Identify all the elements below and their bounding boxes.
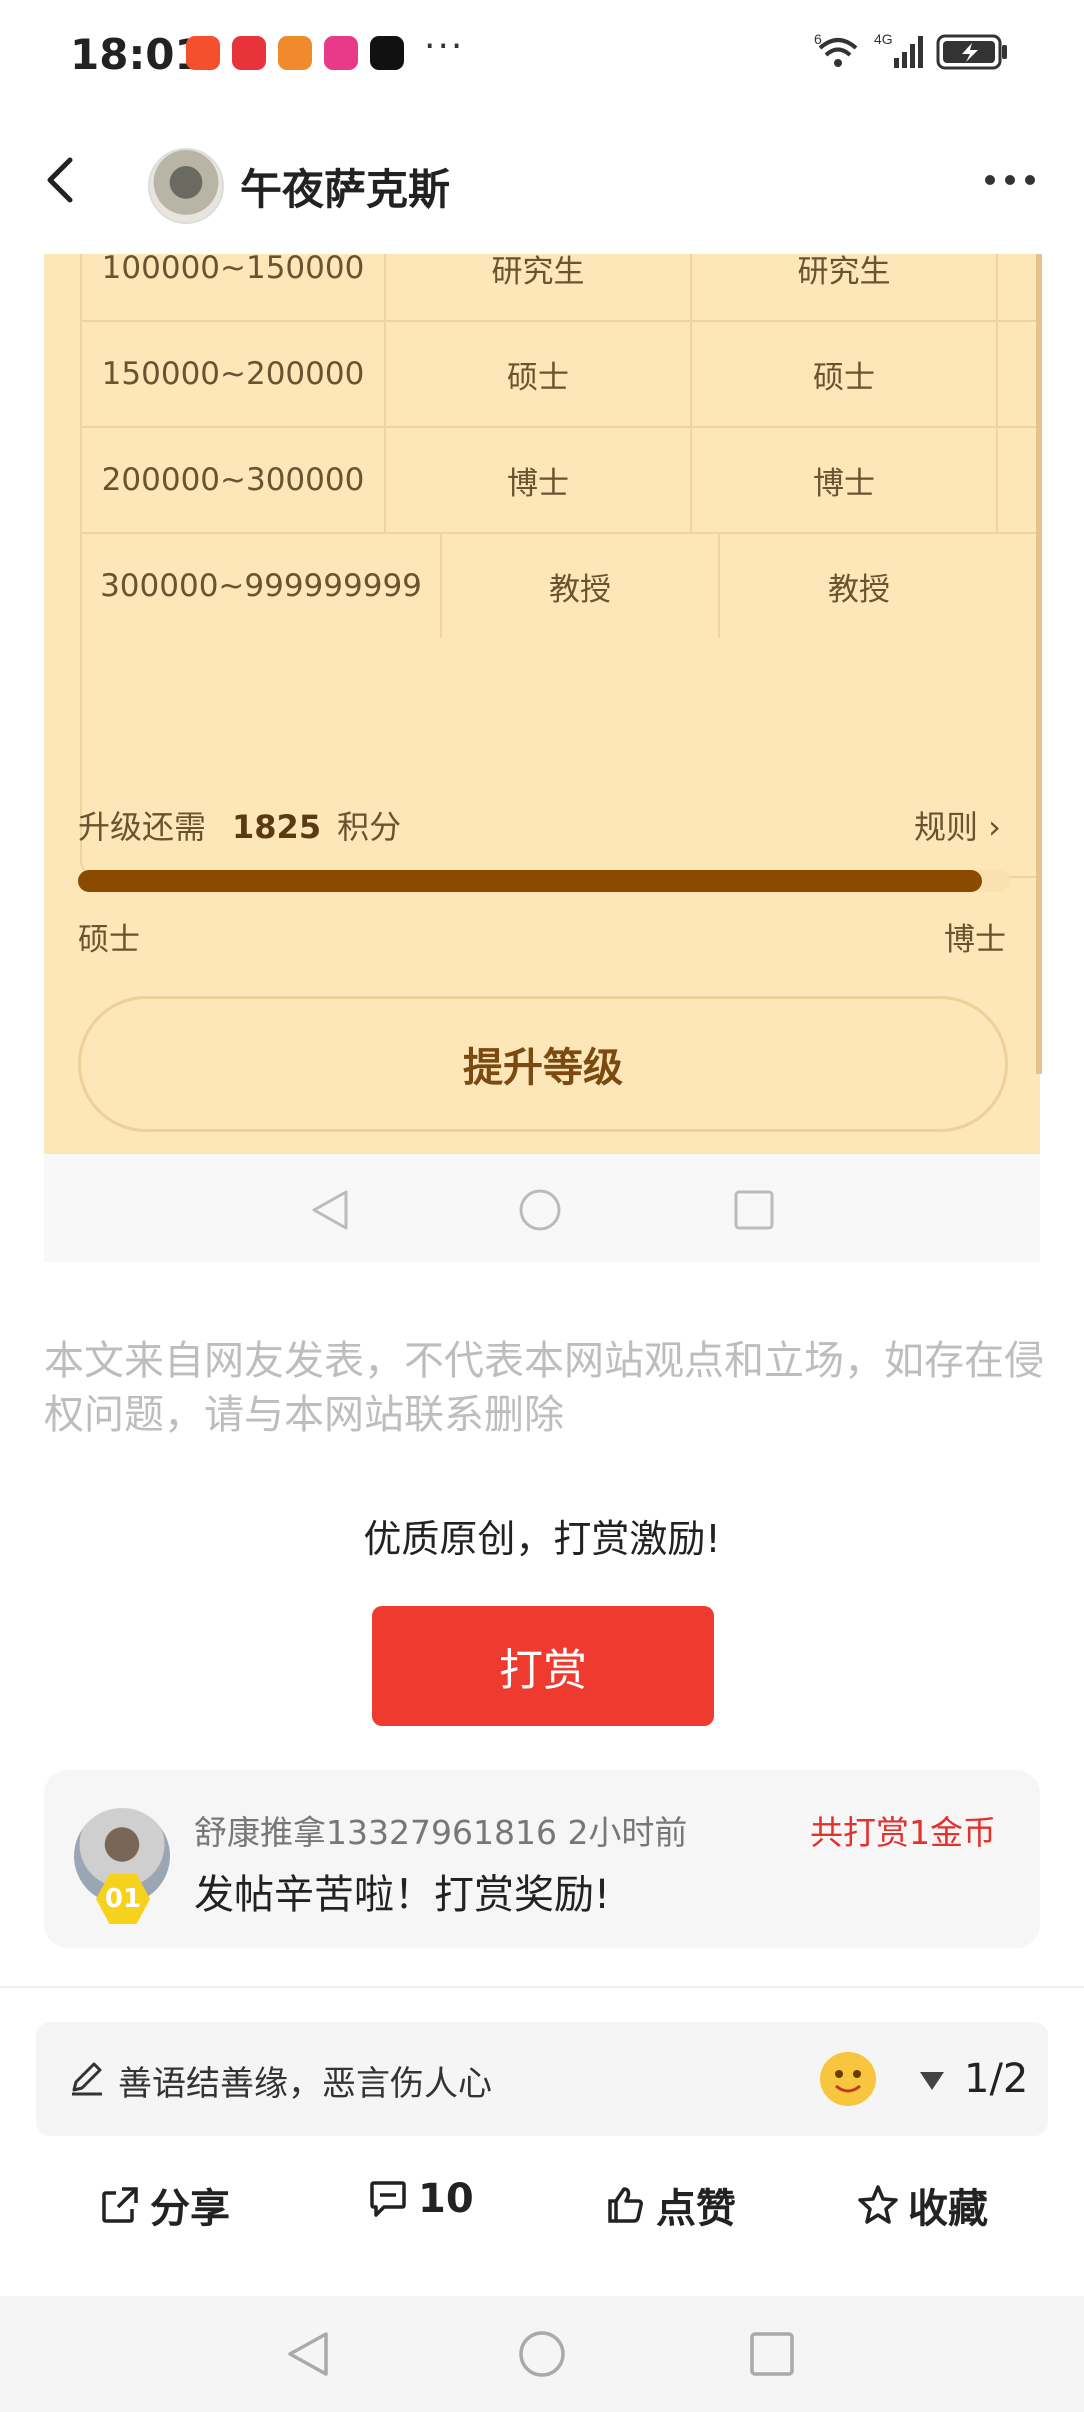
thumbs-up-icon [608,2187,643,2223]
star-icon [858,2185,898,2224]
table-cell: 研究生 [692,254,998,320]
wifi-signal-label: 6 [814,31,822,47]
current-level: 硕士 [78,922,140,958]
level-table: 100000~150000 研究生 研究生 150000~200000 硕士 硕… [80,254,1040,878]
reward-total[interactable]: 共打赏1金币 [810,1806,996,1854]
caret-down-icon[interactable] [916,2068,948,2094]
upgrade-prefix: 升级还需 [78,808,207,846]
embedded-screenshot: 100000~150000 研究生 研究生 150000~200000 硕士 硕… [44,254,1040,1154]
forum-avatar[interactable] [148,148,224,224]
nav-recents-icon [734,1190,774,1230]
table-row: 300000~999999999 教授 教授 [82,534,1040,638]
comment-icon [370,2181,406,2217]
upgrade-level-button: 提升等级 [78,996,1008,1132]
table-cell: 100000~150000 [82,254,386,320]
nav-back-icon [312,1190,348,1230]
pencil-icon [72,2062,102,2096]
network-type-label: 4G [874,31,893,47]
embedded-nav-bar [44,1154,1040,1262]
favorite-label: 收藏 [908,2186,988,2232]
notification-app-icon [186,36,220,70]
status-time: 18:01 [70,30,204,79]
favorite-button[interactable]: 收藏 [856,2176,988,2234]
battery-icon [936,34,1007,70]
notification-app-icon [278,36,312,70]
emoji-icon[interactable] [820,2052,876,2106]
reward-record-card: 01 舒康推拿13327961816 2小时前 共打赏1金币 发帖辛苦啦！打赏奖… [44,1770,1040,1948]
forum-name[interactable]: 午夜萨克斯 [240,156,450,217]
wifi-icon: 6 [814,31,858,67]
upgrade-points: 1825 [232,808,322,846]
table-cell: 150000~200000 [82,322,386,426]
notification-app-icon [232,36,266,70]
share-icon [102,2187,138,2223]
table-cell: 300000~999999999 [82,534,442,638]
upgrade-suffix: 积分 [337,808,402,846]
table-cell: 硕士 [692,322,998,426]
share-label: 分享 [150,2186,230,2232]
comments-button[interactable]: 10 [366,2176,474,2222]
rules-link[interactable]: 规则 › [914,802,1001,848]
next-level: 博士 [944,922,1006,958]
divider [0,1986,1084,1988]
disclaimer-text: 本文来自网友发表，不代表本网站观点和立场，如存在侵权问题，请与本网站联系删除 [44,1338,1044,1438]
table-cell: 教授 [828,571,890,608]
table-row: 200000~300000 博士 博士 [82,428,1040,534]
embedded-scrollbar [1036,254,1042,1074]
reward-user-info[interactable]: 舒康推拿13327961816 2小时前 [194,1806,687,1854]
reward-button[interactable]: 打赏 [372,1606,714,1726]
comments-count: 10 [418,2176,474,2222]
nav-home-icon[interactable] [518,2330,566,2378]
reward-message: 发帖辛苦啦！打赏奖励! [194,1872,611,1918]
table-cell: 研究生 [386,254,692,320]
table-cell: 硕士 [386,322,692,426]
page-indicator[interactable]: 1/2 [964,2056,1028,2102]
share-button[interactable]: 分享 [98,2176,230,2234]
back-arrow-icon [47,157,73,203]
like-button[interactable]: 点赞 [604,2176,736,2234]
level-progress-fill [78,870,983,892]
cellular-signal-icon: 4G [874,31,923,68]
nav-back-icon[interactable] [284,2330,332,2378]
more-options-button[interactable] [980,160,1040,200]
table-cell: 200000~300000 [82,428,386,532]
like-label: 点赞 [656,2186,736,2232]
status-more-icon: ··· [424,26,465,67]
table-cell: 博士 [386,428,692,532]
table-cell: 教授 [442,534,720,638]
tiktok-icon [370,36,404,70]
back-button[interactable] [30,148,94,212]
nav-recents-icon[interactable] [748,2330,796,2378]
system-nav-bar [0,2296,1084,2412]
reward-title: 优质原创，打赏激励! [363,1517,721,1561]
comment-placeholder[interactable]: 善语结善缘，恶言伤人心 [118,2056,492,2105]
notification-app-icon [324,36,358,70]
table-row: 150000~200000 硕士 硕士 [82,322,1040,428]
table-row: 100000~150000 研究生 研究生 [82,254,1040,322]
table-cell: 博士 [692,428,998,532]
nav-home-icon [519,1189,561,1231]
upgrade-requirement: 升级还需 1825 积分 [78,802,401,848]
